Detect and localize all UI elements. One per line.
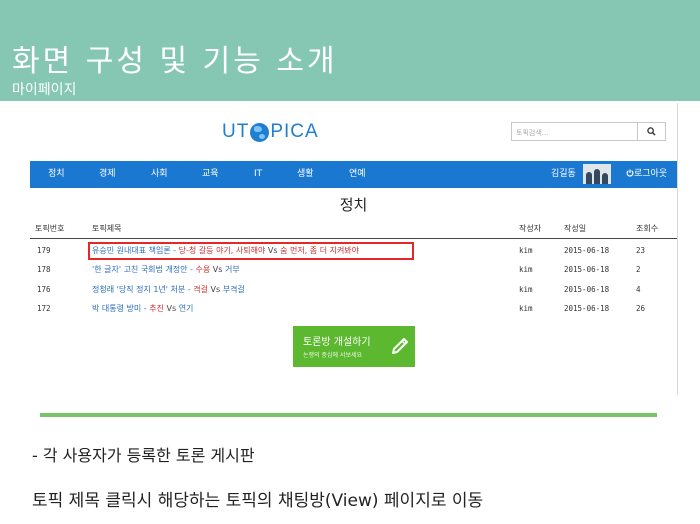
nav-item-entertainment[interactable]: 연예	[349, 161, 366, 188]
row-date: 2015-06-18	[564, 265, 610, 274]
row-author: kim	[519, 265, 533, 274]
nav-item-life[interactable]: 생활	[297, 161, 314, 188]
slide-header: 화면 구성 및 기능 소개 마이페이지	[0, 0, 700, 101]
search-button[interactable]	[638, 122, 666, 141]
row-views: 2	[636, 265, 641, 274]
pencil-icon	[392, 338, 408, 354]
col-header-date: 작성일	[564, 224, 587, 233]
search-input[interactable]: 토픽검색...	[511, 122, 638, 141]
table-header-divider	[30, 238, 677, 239]
description-text: 토픽 제목 클릭시 해당하는 토픽의 채팅방(View) 페이지로 이동	[32, 491, 484, 511]
topic-title-link[interactable]: '한 글자' 고친 국회법 개정안 - 수용 Vs 거부	[92, 265, 240, 275]
bullet-text: - 각 사용자가 등록한 토론 게시판	[32, 446, 255, 465]
row-id: 178	[37, 265, 51, 274]
create-room-button[interactable]: 토론방 개설하기 논쟁의 중심에 서보세요	[293, 326, 415, 367]
user-name[interactable]: 김길동	[551, 161, 576, 188]
row-author: kim	[519, 304, 533, 313]
utopica-logo[interactable]: UT PICA	[222, 120, 319, 144]
row-views: 23	[636, 246, 646, 255]
topic-title-link[interactable]: 박 대통령 방미 - 추진 Vs 연기	[92, 304, 193, 314]
nav-item-politics[interactable]: 정치	[48, 161, 65, 188]
logo-text-left: UT	[222, 121, 250, 142]
col-header-title: 토픽제목	[92, 224, 122, 233]
row-date: 2015-06-18	[564, 304, 610, 313]
logo-text-right: PICA	[270, 121, 319, 142]
col-header-author: 작성자	[519, 224, 542, 233]
row-date: 2015-06-18	[564, 246, 610, 255]
category-nav: 정치 경제 사회 교육 IT 생활 연예 김길동 로그아웃	[30, 161, 677, 188]
nav-item-society[interactable]: 사회	[151, 161, 168, 188]
power-icon	[626, 169, 634, 177]
row-author: kim	[519, 285, 533, 294]
col-header-views: 조회수	[636, 224, 659, 233]
highlight-box	[88, 242, 414, 260]
avatar[interactable]	[583, 164, 611, 184]
nav-item-economy[interactable]: 경제	[99, 161, 116, 188]
col-header-id: 토픽번호	[35, 224, 65, 233]
row-id: 179	[37, 246, 51, 255]
topic-title-link[interactable]: 정청래 '당직 정지 1년' 처분 - 격걸 Vs 부격걸	[92, 285, 245, 295]
search-icon	[647, 127, 656, 136]
create-room-label: 토론방 개설하기	[303, 337, 371, 348]
create-room-sublabel: 논쟁의 중심에 서보세요	[303, 352, 363, 359]
logout-label: 로그아웃	[634, 169, 668, 179]
page-title: 정치	[339, 196, 368, 214]
slide-subtitle: 마이페이지	[12, 82, 77, 98]
row-author: kim	[519, 246, 533, 255]
nav-item-it[interactable]: IT	[254, 161, 262, 188]
row-date: 2015-06-18	[564, 285, 610, 294]
row-id: 176	[37, 285, 51, 294]
logout-button[interactable]: 로그아웃	[626, 161, 667, 188]
slide-title: 화면 구성 및 기능 소개	[12, 44, 338, 79]
globe-icon	[250, 122, 270, 142]
app-screenshot: UT PICA 토픽검색... 정치 경제 사회 교육 IT 생활 연예 김길동 …	[30, 103, 678, 395]
nav-item-education[interactable]: 교육	[202, 161, 219, 188]
divider	[40, 413, 657, 417]
row-views: 26	[636, 304, 646, 313]
row-views: 4	[636, 285, 641, 294]
row-id: 172	[37, 304, 51, 313]
